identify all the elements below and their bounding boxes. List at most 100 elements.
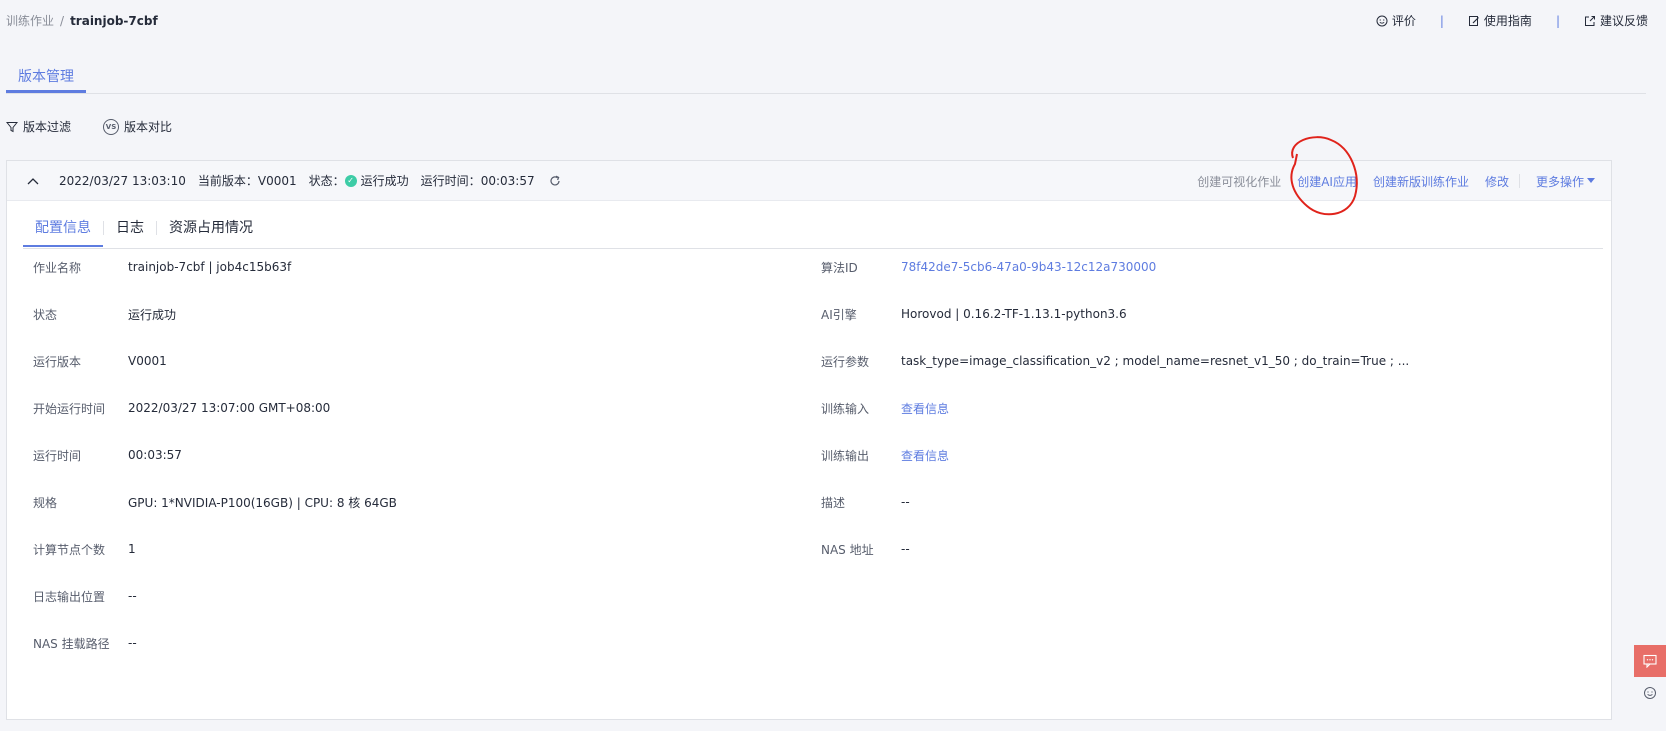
guide-label: 使用指南 [1483,14,1532,28]
info-value: V0001 [128,354,167,368]
train-input-link[interactable]: 查看信息 [901,400,949,417]
info-value: Horovod | 0.16.2-TF-1.13.1-python3.6 [901,307,1127,321]
top-divider: | [1555,13,1560,28]
tab-version-manage[interactable]: 版本管理 [6,60,86,93]
info-value: 2022/03/27 13:07:00 GMT+08:00 [128,401,331,415]
external-icon [1584,15,1596,27]
info-row: 规格 GPU: 1*NVIDIA-P100(16GB) | CPU: 8 核 6… [33,492,397,512]
runtime-label: 运行时间： [420,174,481,188]
info-value: 1 [128,542,136,556]
tab-config[interactable]: 配置信息 [23,217,103,247]
info-label: 描述 [821,495,846,510]
version-header: 2022/03/27 13:03:10 当前版本： V0001 状态： ✓ 运行… [7,161,1611,201]
info-label: 日志输出位置 [33,589,106,604]
algorithm-id-link[interactable]: 78f42de7-5cb6-47a0-9b43-12c12a730000 [901,260,1156,274]
vs-icon: VS [103,118,120,135]
page-tabs: 版本管理 [6,60,1646,94]
guide-button[interactable]: 使用指南 [1468,12,1532,29]
top-divider: | [1439,13,1444,28]
create-ai-app-button[interactable]: 创建AI应用 [1297,173,1357,190]
info-label: 计算节点个数 [33,542,106,557]
info-row: 描述 -- [821,492,910,512]
info-value: 00:03:57 [128,448,182,462]
status-badge: ✓ 运行成功 [344,172,409,189]
info-row: AI引擎 Horovod | 0.16.2-TF-1.13.1-python3.… [821,304,1127,324]
info-row: NAS 挂载路径 -- [33,633,137,653]
breadcrumb-parent-link[interactable]: 训练作业 [6,12,54,29]
modify-button[interactable]: 修改 [1485,173,1509,190]
info-value: -- [128,589,137,603]
info-label: 训练输出 [821,448,870,463]
current-version-label: 当前版本： [197,174,258,188]
breadcrumb-current: trainjob-7cbf [70,13,158,28]
info-row: 运行参数 task_type=image_classification_v2 ;… [821,351,1409,371]
info-label: 算法ID [821,260,858,275]
create-visualization-button[interactable]: 创建可视化作业 [1197,173,1281,190]
info-label: 作业名称 [33,260,82,275]
detail-tabs: 配置信息 日志 资源占用情况 [23,217,1603,249]
info-value: -- [901,542,910,556]
info-row: 运行时间 00:03:57 [33,445,182,465]
info-label: 训练输入 [821,401,870,416]
version-card: 2022/03/27 13:03:10 当前版本： V0001 状态： ✓ 运行… [6,160,1612,720]
info-label: AI引擎 [821,307,857,322]
info-label: NAS 地址 [821,542,874,557]
info-value: trainjob-7cbf | job4c15b63f [128,260,292,274]
info-row: NAS 地址 -- [821,539,910,559]
info-value: -- [901,495,910,509]
train-output-link[interactable]: 查看信息 [901,447,949,464]
collapse-icon[interactable] [25,173,41,189]
top-bar: 训练作业 / trainjob-7cbf 评价 | 使用指南 | 建议反馈 [0,0,1666,40]
edit-icon [1468,15,1480,27]
status-label: 状态： [308,174,345,188]
version-actions: 创建可视化作业 创建AI应用 创建新版训练作业 修改 更多操作 [1181,161,1595,201]
runtime-value: 00:03:57 [480,173,535,188]
version-compare-button[interactable]: VS 版本对比 [103,118,172,135]
refresh-icon[interactable] [549,175,561,187]
top-actions: 评价 | 使用指南 | 建议反馈 [1376,12,1648,29]
info-label: 规格 [33,495,58,510]
chevron-down-icon [1587,178,1595,184]
more-actions-dropdown[interactable]: 更多操作 [1536,173,1595,190]
info-row: 计算节点个数 1 [33,539,136,559]
info-label: 运行参数 [821,354,870,369]
info-label: NAS 挂载路径 [33,636,110,651]
tab-resource[interactable]: 资源占用情况 [157,217,265,245]
info-row: 状态 运行成功 [33,304,176,324]
info-row: 开始运行时间 2022/03/27 13:07:00 GMT+08:00 [33,398,330,418]
smile-icon [1376,15,1388,27]
smile-icon[interactable] [1634,677,1666,709]
version-datetime: 2022/03/27 13:03:10 [59,173,186,188]
version-compare-label: 版本对比 [124,120,173,134]
breadcrumb: 训练作业 / trainjob-7cbf [6,12,158,29]
info-row: 训练输入 查看信息 [821,398,949,418]
info-label: 开始运行时间 [33,401,106,416]
version-tools: 版本过滤 VS 版本对比 [6,118,204,135]
success-check-icon: ✓ [344,174,357,187]
rate-button[interactable]: 评价 [1376,12,1416,29]
tab-log[interactable]: 日志 [104,217,156,245]
feedback-button[interactable]: 建议反馈 [1584,12,1648,29]
info-label: 运行版本 [33,354,82,369]
version-filter-label: 版本过滤 [23,120,72,134]
info-label: 运行时间 [33,448,82,463]
info-label: 状态 [33,307,58,322]
action-divider [1518,174,1520,188]
info-value: 运行成功 [128,307,177,322]
more-actions-label: 更多操作 [1535,174,1584,189]
create-new-version-button[interactable]: 创建新版训练作业 [1373,173,1469,190]
info-row: 日志输出位置 -- [33,586,137,606]
info-value: GPU: 1*NVIDIA-P100(16GB) | CPU: 8 核 64GB [128,495,397,510]
chat-icon[interactable] [1634,645,1666,677]
info-value: -- [128,636,137,650]
info-row: 训练输出 查看信息 [821,445,949,465]
floating-toolbar [1634,645,1666,709]
feedback-label: 建议反馈 [1599,14,1648,28]
version-filter-button[interactable]: 版本过滤 [6,118,71,135]
breadcrumb-separator: / [60,13,65,28]
status-text: 运行成功 [360,174,409,188]
filter-icon [6,121,18,133]
info-value: task_type=image_classification_v2 ; mode… [901,354,1410,368]
info-row: 运行版本 V0001 [33,351,167,371]
current-version: V0001 [257,173,297,188]
